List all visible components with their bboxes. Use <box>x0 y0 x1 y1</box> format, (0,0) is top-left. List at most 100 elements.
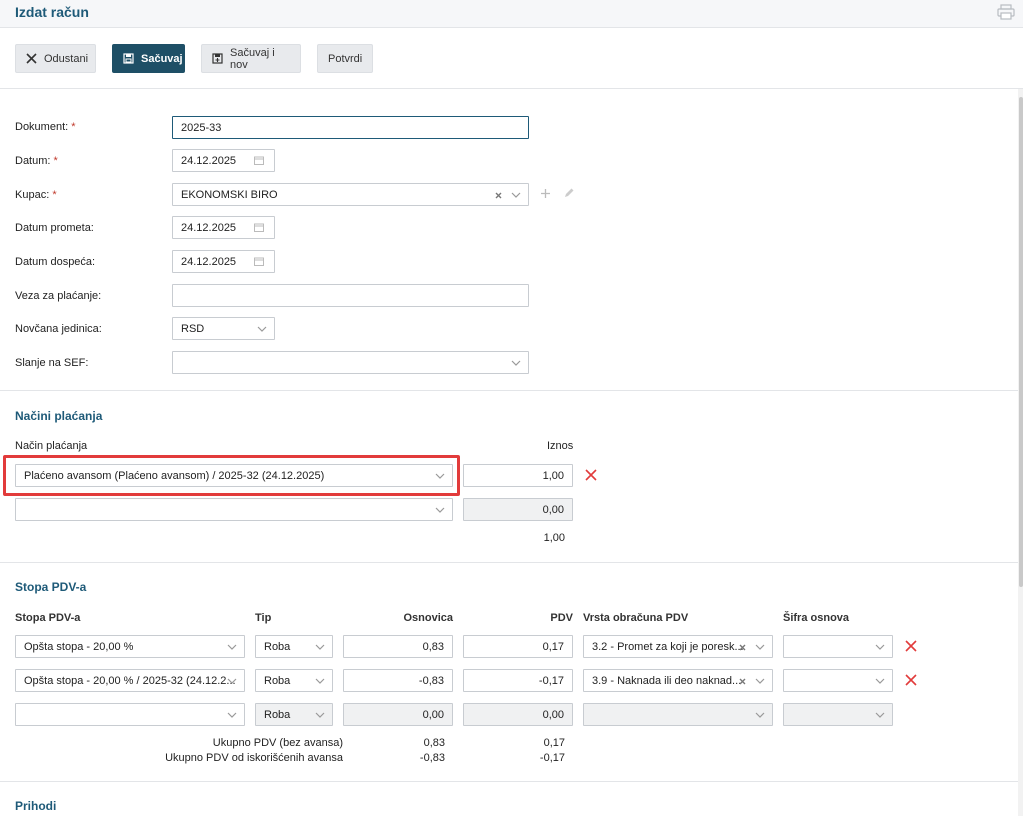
vat-base-input[interactable]: 0,83 <box>343 635 453 658</box>
edit-icon[interactable] <box>563 187 575 199</box>
vat-sum1-label: Ukupno PDV (bez avansa) <box>212 737 343 749</box>
vat-base-input-empty[interactable]: 0,00 <box>343 703 453 726</box>
chevron-down-icon <box>227 712 237 718</box>
delete-row-icon[interactable] <box>905 640 917 652</box>
vat-code-select-empty[interactable] <box>783 703 893 726</box>
divider <box>0 562 1018 563</box>
vat-base-value: 0,83 <box>422 640 444 653</box>
vat-sum1-base: 0,83 <box>423 737 445 749</box>
header-bar: Izdat račun <box>0 0 1023 28</box>
payment-amount-input[interactable]: 1,00 <box>463 464 573 487</box>
vat-rate-select[interactable]: Opšta stopa - 20,00 % <box>15 635 245 658</box>
chevron-down-icon <box>257 326 267 332</box>
valuta-value: RSD <box>181 322 205 335</box>
vat-col-code: Šifra osnova <box>783 612 850 624</box>
add-icon[interactable] <box>540 188 551 199</box>
dokument-input[interactable]: 2025-33 <box>172 116 529 139</box>
vat-amount-value: 0,00 <box>542 708 564 721</box>
datum-prometa-input[interactable]: 24.12.2025 <box>172 216 275 239</box>
vat-amount-input-empty[interactable]: 0,00 <box>463 703 573 726</box>
print-icon[interactable] <box>997 4 1015 20</box>
vat-type-value: Roba <box>264 708 291 721</box>
datum-input[interactable]: 24.12.2025 <box>172 149 275 172</box>
vat-sum2-base: -0,83 <box>419 752 445 764</box>
vat-rate-select[interactable]: Opšta stopa - 20,00 % / 2025-32 (24.12.2… <box>15 669 245 692</box>
cancel-button-label: Odustani <box>44 52 89 65</box>
vat-title: Stopa PDV-a <box>15 580 87 594</box>
payment-amount-input-empty[interactable]: 0,00 <box>463 498 573 521</box>
chevron-down-icon <box>435 507 445 513</box>
page-title: Izdat račun <box>15 4 89 20</box>
save-new-icon <box>212 53 223 64</box>
datum-dospeca-value: 24.12.2025 <box>181 255 237 268</box>
vat-sum2-vat: -0,17 <box>539 752 565 764</box>
chevron-down-icon <box>755 644 765 650</box>
delete-row-icon[interactable] <box>585 469 597 481</box>
save-new-button-label: Sačuvaj i nov <box>230 46 275 71</box>
vat-calc-value: 3.2 - Promet za koji je poresk... <box>592 640 744 653</box>
cancel-button[interactable]: Odustani <box>15 44 96 73</box>
datum-value: 24.12.2025 <box>181 154 237 167</box>
vat-sum2-label: Ukupno PDV od iskorišćenih avansa <box>165 752 343 764</box>
vat-col-calc: Vrsta obračuna PDV <box>583 612 689 624</box>
calendar-icon[interactable] <box>254 257 264 266</box>
calendar-icon[interactable] <box>254 156 264 165</box>
delete-row-icon[interactable] <box>905 674 917 686</box>
veza-label: Veza za plaćanje: <box>15 290 102 302</box>
vat-base-input[interactable]: -0,83 <box>343 669 453 692</box>
payments-col-amount: Iznos <box>547 440 574 452</box>
kupac-select[interactable]: EKONOMSKI BIRO <box>172 183 529 206</box>
datum-dospeca-label: Datum dospeća: <box>15 256 96 268</box>
chevron-down-icon <box>755 712 765 718</box>
confirm-button-label: Potvrdi <box>328 52 363 65</box>
valuta-select[interactable]: RSD <box>172 317 275 340</box>
vat-sum1-vat: 0,17 <box>543 737 565 749</box>
vat-rate-select-empty[interactable] <box>15 703 245 726</box>
payments-title: Načini plaćanja <box>15 409 103 423</box>
save-button[interactable]: Sačuvaj <box>112 44 185 73</box>
vat-type-value: Roba <box>264 674 291 687</box>
confirm-button[interactable]: Potvrdi <box>317 44 373 73</box>
vat-code-select[interactable] <box>783 669 893 692</box>
vat-amount-value: -0,17 <box>538 674 564 687</box>
vat-calc-select[interactable]: 3.9 - Naknada ili deo naknad... <box>583 669 773 692</box>
dokument-value: 2025-33 <box>181 121 222 134</box>
vat-type-select-empty[interactable]: Roba <box>255 703 333 726</box>
veza-input[interactable] <box>172 284 529 307</box>
vat-col-type: Tip <box>255 612 272 624</box>
clear-icon[interactable] <box>495 192 502 199</box>
vat-col-rate: Stopa PDV-a <box>15 612 81 624</box>
vat-rate-value: Opšta stopa - 20,00 % / 2025-32 (24.12.2… <box>24 674 236 687</box>
save-new-button[interactable]: Sačuvaj i nov <box>201 44 301 73</box>
vat-col-base: Osnovica <box>403 612 453 624</box>
vat-calc-value: 3.9 - Naknada ili deo naknad... <box>592 674 742 687</box>
sef-select[interactable] <box>172 351 529 374</box>
datum-prometa-value: 24.12.2025 <box>181 221 237 234</box>
vat-amount-input[interactable]: -0,17 <box>463 669 573 692</box>
chevron-down-icon <box>511 192 521 198</box>
dokument-label: Dokument: * <box>15 121 76 133</box>
datum-dospeca-input[interactable]: 24.12.2025 <box>172 250 275 273</box>
chevron-down-icon <box>315 678 325 684</box>
vat-calc-select[interactable]: 3.2 - Promet za koji je poresk... <box>583 635 773 658</box>
clear-icon[interactable] <box>739 644 746 651</box>
chevron-down-icon <box>875 678 885 684</box>
vat-amount-input[interactable]: 0,17 <box>463 635 573 658</box>
payment-method-select-empty[interactable] <box>15 498 453 521</box>
vat-amount-value: 0,17 <box>542 640 564 653</box>
vat-type-select[interactable]: Roba <box>255 635 333 658</box>
kupac-label: Kupac: * <box>15 189 57 201</box>
vat-base-value: -0,83 <box>418 674 444 687</box>
chevron-down-icon <box>511 360 521 366</box>
clear-icon[interactable] <box>739 678 746 685</box>
vat-type-select[interactable]: Roba <box>255 669 333 692</box>
payment-amount-value: 0,00 <box>542 503 564 516</box>
vat-code-select[interactable] <box>783 635 893 658</box>
scrollbar-thumb[interactable] <box>1019 97 1023 587</box>
payments-col-method: Način plaćanja <box>15 440 88 452</box>
vat-base-value: 0,00 <box>422 708 444 721</box>
save-button-label: Sačuvaj <box>141 52 183 65</box>
chevron-down-icon <box>227 644 237 650</box>
calendar-icon[interactable] <box>254 223 264 232</box>
vat-calc-select-empty[interactable] <box>583 703 773 726</box>
